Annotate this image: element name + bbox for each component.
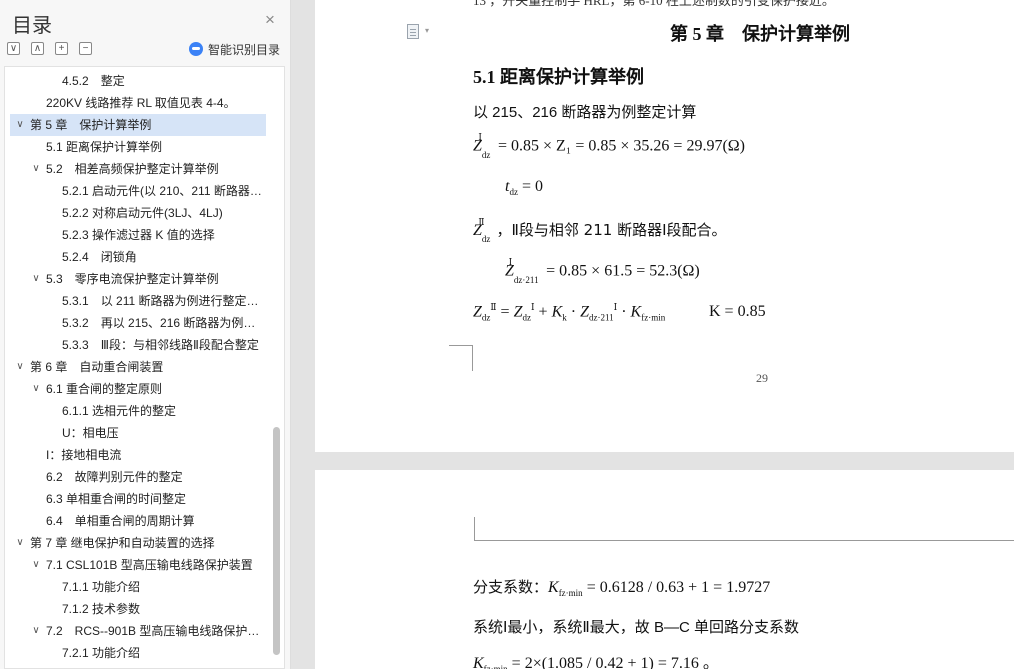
toc-item[interactable]: 6.3 单相重合闸的时间整定 bbox=[46, 488, 267, 510]
equation-text: ，Ⅱ段与相邻 211 断路器Ⅰ段配合。 bbox=[496, 221, 727, 239]
paragraph: 以 215、216 断路器为例整定计算 bbox=[473, 104, 697, 121]
toc-list: 4.5.2 整定 220KV 线路推荐 RL 取值见表 4-4。 ∨ 第 5 章… bbox=[4, 66, 285, 669]
collapse-all-icon[interactable]: ∨ bbox=[7, 42, 20, 55]
equation: ZdzⅠ = 0.85 × Z₁ = 0.85 × 35.26 = 29.97(… bbox=[473, 132, 745, 160]
equation: Zdz·211Ⅰ = 0.85 × 61.5 = 52.3(Ω) bbox=[505, 257, 700, 285]
equation-rhs: K = 0.85 bbox=[709, 303, 766, 320]
equation: ZdzⅡ ，Ⅱ段与相邻 211 断路器Ⅰ段配合。 bbox=[473, 216, 727, 245]
toc-item[interactable]: 5.2.1 启动元件(以 210、211 断路器为例) bbox=[62, 180, 267, 202]
smart-toc-label: 智能识别目录 bbox=[208, 42, 281, 57]
equation-rhs: = 0.85 × Z₁ = 0.85 × 35.26 = 29.97(Ω) bbox=[497, 137, 745, 155]
toc-item[interactable]: 5.2 相差高频保护整定计算举例 bbox=[46, 158, 267, 180]
expand-all-icon[interactable]: ∧ bbox=[31, 42, 44, 55]
document-page: 分支系数：Kfz·min = 0.6128 / 0.63 + 1 = 1.972… bbox=[315, 470, 1014, 669]
toc-item[interactable]: 5.3.1 以 211 断路器为例进行整定计算 bbox=[62, 290, 260, 312]
toc-item[interactable]: 5.1 距离保护计算举例 bbox=[46, 136, 267, 158]
toc-item[interactable]: 第 6 章 自动重合闸装置 bbox=[30, 356, 267, 378]
toc-scrollbar-thumb[interactable] bbox=[273, 427, 280, 655]
add-entry-icon[interactable]: + bbox=[55, 42, 68, 55]
chevron-down-icon[interactable]: ∨ bbox=[30, 158, 42, 180]
page-text-cutoff: 13 ，开关量控制手 HRL，第 6-10 柱上述制数的引变保护接近。 bbox=[473, 0, 835, 8]
toc-item[interactable]: U：相电压 bbox=[62, 422, 267, 444]
toc-item[interactable]: 5.2.3 操作滤过器 K 值的选择 bbox=[62, 224, 267, 246]
toc-item[interactable]: 5.3 零序电流保护整定计算举例 bbox=[46, 268, 267, 290]
equation: K = 0.85 bbox=[709, 303, 766, 321]
equation-rhs: = 0.6128 / 0.63 + 1 = 1.9727 bbox=[586, 579, 771, 596]
toc-item[interactable]: 7.2 RCS--901B 型高压输电线路保护装置 bbox=[46, 620, 260, 642]
chevron-down-icon[interactable]: ∨ bbox=[30, 620, 42, 642]
close-icon[interactable]: × bbox=[262, 11, 278, 29]
toc-item[interactable]: 6.4 单相重合闸的周期计算 bbox=[46, 510, 267, 532]
toc-item[interactable]: 7.1.2 技术参数 bbox=[62, 598, 260, 620]
toc-item[interactable]: I：接地相电流 bbox=[46, 444, 267, 466]
toc-item[interactable]: 4.5.2 整定 bbox=[62, 70, 267, 92]
equation-rhs: = 2×(1.085 / 0.42 + 1) = 7.16 。 bbox=[511, 655, 719, 669]
chapter-heading: 第 5 章 保护计算举例 bbox=[670, 24, 850, 44]
toc-item[interactable]: 7.2.1 功能介绍 bbox=[62, 642, 260, 664]
equation-rhs: = 0.85 × 61.5 = 52.3(Ω) bbox=[546, 262, 700, 280]
toc-item[interactable]: 6.1 重合闸的整定原则 bbox=[46, 378, 267, 400]
smart-toc-button[interactable]: 智能识别目录 bbox=[189, 40, 280, 58]
toc-item[interactable]: 5.2.2 对称启动元件(3LJ、4LJ) bbox=[62, 202, 267, 224]
section-heading: 5.1 距离保护计算举例 bbox=[473, 67, 644, 87]
chevron-down-icon[interactable]: ∨ bbox=[30, 268, 42, 290]
page-corner-mark bbox=[449, 345, 473, 371]
remove-entry-icon[interactable]: − bbox=[79, 42, 92, 55]
toc-item[interactable]: 5.3.3 Ⅲ段：与相邻线路Ⅱ段配合整定 bbox=[62, 334, 260, 356]
document-icon[interactable] bbox=[407, 24, 419, 39]
toc-title: 目录 bbox=[12, 15, 52, 37]
toc-scrollbar[interactable] bbox=[270, 67, 284, 668]
toc-item[interactable]: 6.1.1 选相元件的整定 bbox=[62, 400, 267, 422]
chevron-down-icon[interactable]: ∨ bbox=[14, 532, 26, 554]
toc-item[interactable]: 6.2 故障判别元件的整定 bbox=[46, 466, 267, 488]
chevron-down-icon[interactable]: ∨ bbox=[14, 114, 26, 136]
caret-down-icon[interactable]: ▾ bbox=[425, 26, 429, 35]
equation: 分支系数：Kfz·min = 0.6128 / 0.63 + 1 = 1.972… bbox=[473, 578, 771, 599]
paragraph: 系统Ⅰ最小，系统Ⅱ最大，故 B—C 单回路分支系数 bbox=[473, 619, 799, 636]
equation-rhs: = 0 bbox=[521, 178, 543, 195]
toc-item[interactable]: 7.1.1 功能介绍 bbox=[62, 576, 260, 598]
toc-item[interactable]: 7.1 CSL101B 型高压输电线路保护装置 bbox=[46, 554, 260, 576]
chevron-down-icon[interactable]: ∨ bbox=[30, 554, 42, 576]
equation: tdz = 0 bbox=[505, 178, 543, 198]
toc-item[interactable]: 5.2.4 闭锁角 bbox=[62, 246, 267, 268]
toc-item[interactable]: 第 7 章 继电保护和自动装置的选择 bbox=[30, 532, 267, 554]
equation-text: 分支系数： bbox=[473, 578, 549, 596]
toc-item-selected[interactable]: 第 5 章 保护计算举例 bbox=[10, 114, 266, 136]
page-number: 29 bbox=[756, 371, 768, 385]
document-page: 13 ，开关量控制手 HRL，第 6-10 柱上述制数的引变保护接近。 ▾ 第 … bbox=[315, 0, 1014, 452]
toc-item[interactable]: 220KV 线路推荐 RL 取值见表 4-4。 bbox=[46, 92, 267, 114]
page-corner-mark bbox=[474, 517, 1014, 541]
document-area: 13 ，开关量控制手 HRL，第 6-10 柱上述制数的引变保护接近。 ▾ 第 … bbox=[291, 0, 1014, 669]
chevron-down-icon[interactable]: ∨ bbox=[14, 356, 26, 378]
equation: ZdzⅡ = ZdzⅠ + Kk · Zdz·211Ⅰ · Kfz·min bbox=[473, 302, 666, 323]
chevron-down-icon[interactable]: ∨ bbox=[30, 378, 42, 400]
toc-panel: 目录 × ∨ ∧ + − 智能识别目录 4.5.2 整定 220KV 线路推荐 … bbox=[0, 0, 291, 669]
smart-recognize-icon bbox=[189, 42, 203, 56]
equation: Kfz·min = 2×(1.085 / 0.42 + 1) = 7.16 。 bbox=[473, 649, 719, 669]
toc-item[interactable]: 5.3.2 再以 215、216 断路器为例进行整定 bbox=[62, 312, 260, 334]
